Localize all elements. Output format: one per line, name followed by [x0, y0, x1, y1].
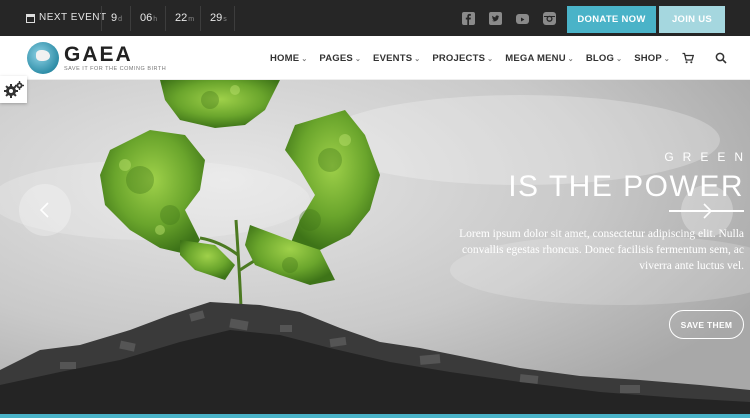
slider-prev-arrow[interactable]	[19, 184, 71, 236]
nav-item-pages[interactable]: PAGES ⌄	[319, 53, 361, 64]
logo-tagline: SAVE IT FOR THE COMING BIRTH	[64, 65, 167, 72]
nav-item-projects[interactable]: PROJECTS ⌄	[432, 53, 493, 64]
cart-icon[interactable]	[682, 52, 694, 64]
caption-subtitle: GREEN	[664, 150, 750, 164]
nav-item-home[interactable]: HOME ⌄	[270, 53, 307, 64]
next-event-label: NEXT EVENT	[39, 12, 107, 23]
join-us-button[interactable]: JOIN US	[659, 6, 725, 33]
countdown-minutes: 22m	[165, 6, 200, 31]
gears-icon	[3, 80, 24, 98]
chevron-down-icon: ⌄	[567, 55, 574, 63]
chevron-down-icon: ⌄	[663, 55, 670, 63]
svg-text:You: You	[520, 14, 526, 18]
caption-text: Lorem ipsum dolor sit amet, consectetur …	[459, 228, 744, 272]
nav-item-shop[interactable]: SHOP ⌄	[634, 53, 670, 64]
nav-item-events[interactable]: EVENTS ⌄	[373, 53, 420, 64]
countdown-days: 9d	[101, 6, 130, 31]
chevron-down-icon: ⌄	[354, 55, 362, 63]
social-links: You	[462, 12, 556, 25]
chevron-down-icon: ⌄	[487, 55, 494, 63]
save-them-button[interactable]: SAVE THEM	[669, 310, 744, 339]
hero-slider: GREEN IS THE POWER Lorem ipsum dolor sit…	[0, 80, 750, 414]
countdown-hours: 06h	[130, 6, 165, 31]
calendar-icon	[26, 13, 35, 23]
caption-title: IS THE POWER	[508, 170, 744, 203]
main-nav: HOME ⌄ PAGES ⌄ EVENTS ⌄ PROJECTS ⌄ MEGA MENU…	[270, 36, 682, 80]
chevron-down-icon: ⌄	[414, 55, 421, 63]
nav-item-blog[interactable]: BLOG ⌄	[586, 53, 622, 64]
next-event: NEXT EVENT	[26, 0, 107, 36]
twitter-icon[interactable]	[489, 12, 502, 25]
settings-panel-toggle[interactable]	[0, 76, 27, 103]
nav-item-mega-menu[interactable]: MEGA MENU ⌄	[505, 53, 574, 64]
site-logo[interactable]: GAEA SAVE IT FOR THE COMING BIRTH	[27, 42, 166, 74]
youtube-icon[interactable]: You	[516, 12, 529, 25]
logo-name: GAEA	[64, 42, 133, 66]
globe-icon	[27, 42, 59, 74]
chevron-down-icon: ⌄	[301, 55, 308, 63]
hero-bottom-accent	[0, 414, 750, 418]
caption-divider	[669, 210, 744, 212]
top-bar: NEXT EVENT 9d 06h 22m 29s You DONATE NOW…	[0, 0, 750, 36]
chevron-down-icon: ⌄	[616, 55, 623, 63]
countdown-seconds: 29s	[200, 6, 235, 31]
search-icon[interactable]	[715, 52, 727, 64]
instagram-icon[interactable]	[543, 12, 556, 25]
event-countdown: 9d 06h 22m 29s	[101, 6, 235, 31]
donate-now-button[interactable]: DONATE NOW	[567, 6, 656, 33]
site-header: GAEA SAVE IT FOR THE COMING BIRTH HOME ⌄ …	[0, 36, 750, 80]
slide-caption: GREEN IS THE POWER Lorem ipsum dolor sit…	[444, 150, 744, 274]
chevron-left-icon	[39, 202, 49, 218]
facebook-icon[interactable]	[462, 12, 475, 25]
